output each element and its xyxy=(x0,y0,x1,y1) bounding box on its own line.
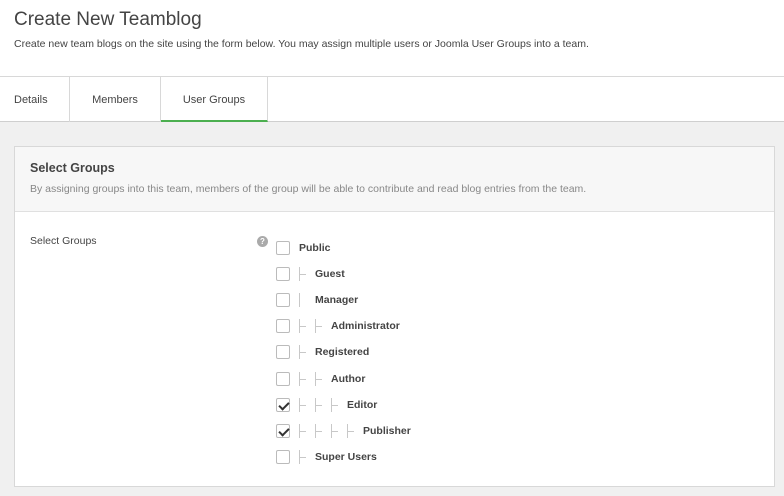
tab-bar: Details Members User Groups xyxy=(0,77,784,122)
group-name: Guest xyxy=(315,268,345,281)
group-checkbox[interactable] xyxy=(276,449,290,464)
tab-details[interactable]: Details xyxy=(0,77,70,122)
group-row: Publisher xyxy=(276,418,411,444)
tree-guide-line xyxy=(299,267,315,282)
tab-user-groups[interactable]: User Groups xyxy=(161,77,268,122)
panel-title: Select Groups xyxy=(30,161,115,175)
group-row: Manager xyxy=(276,287,411,313)
select-groups-panel: Select Groups By assigning groups into t… xyxy=(14,146,775,487)
page-description: Create new team blogs on the site using … xyxy=(14,38,589,50)
group-row: Public xyxy=(276,235,411,261)
group-name: Editor xyxy=(347,398,378,411)
tree-guide-line xyxy=(315,397,331,412)
group-checkbox[interactable] xyxy=(276,319,290,334)
tree-guide-line xyxy=(299,293,315,308)
tree-guide-line xyxy=(299,397,315,412)
panel-header: Select Groups By assigning groups into t… xyxy=(15,147,774,212)
tree-guide-line xyxy=(315,319,331,334)
group-name: Author xyxy=(331,372,366,385)
tree-guide-line xyxy=(299,423,315,438)
group-row: Registered xyxy=(276,339,411,365)
tree-guide-line xyxy=(315,423,331,438)
tree-guides xyxy=(299,423,363,438)
tree-guide-line xyxy=(331,423,347,438)
group-checkbox[interactable] xyxy=(276,293,290,308)
tree-guides xyxy=(299,267,315,282)
tree-guides xyxy=(299,397,347,412)
tree-guides xyxy=(299,449,315,464)
group-checkbox[interactable] xyxy=(276,371,290,386)
help-icon[interactable]: ? xyxy=(257,236,268,247)
tree-guide-line xyxy=(299,345,315,360)
group-row: Super Users xyxy=(276,444,411,470)
tree-guide-line xyxy=(331,397,347,412)
panel-description: By assigning groups into this team, memb… xyxy=(30,183,587,195)
group-checkbox[interactable] xyxy=(276,423,290,438)
tree-guides xyxy=(299,319,331,334)
group-name: Administrator xyxy=(331,320,400,333)
tree-guide-line xyxy=(299,449,315,464)
tab-members[interactable]: Members xyxy=(70,77,161,122)
group-row: Guest xyxy=(276,261,411,287)
group-name: Registered xyxy=(315,346,370,359)
group-name: Publisher xyxy=(363,424,411,437)
tree-guide-line xyxy=(299,371,315,386)
group-name: Super Users xyxy=(315,450,377,463)
group-row: Administrator xyxy=(276,313,411,339)
tree-guides xyxy=(299,371,331,386)
tree-guides xyxy=(299,293,315,308)
select-groups-label: Select Groups xyxy=(30,235,97,247)
tree-guide-line xyxy=(299,319,315,334)
group-row: Author xyxy=(276,365,411,391)
group-checkbox[interactable] xyxy=(276,267,290,282)
group-checkbox[interactable] xyxy=(276,397,290,412)
group-name: Public xyxy=(299,242,331,255)
group-checkbox[interactable] xyxy=(276,241,290,256)
tree-guide-line xyxy=(347,423,363,438)
tree-guide-line xyxy=(315,371,331,386)
tree-guides xyxy=(299,345,315,360)
page-header: Create New Teamblog Create new team blog… xyxy=(0,0,784,77)
page-title: Create New Teamblog xyxy=(14,9,202,30)
group-tree: Public Guest Manager Administrator Registere… xyxy=(276,235,411,470)
group-checkbox[interactable] xyxy=(276,345,290,360)
group-row: Editor xyxy=(276,392,411,418)
group-name: Manager xyxy=(315,294,359,307)
